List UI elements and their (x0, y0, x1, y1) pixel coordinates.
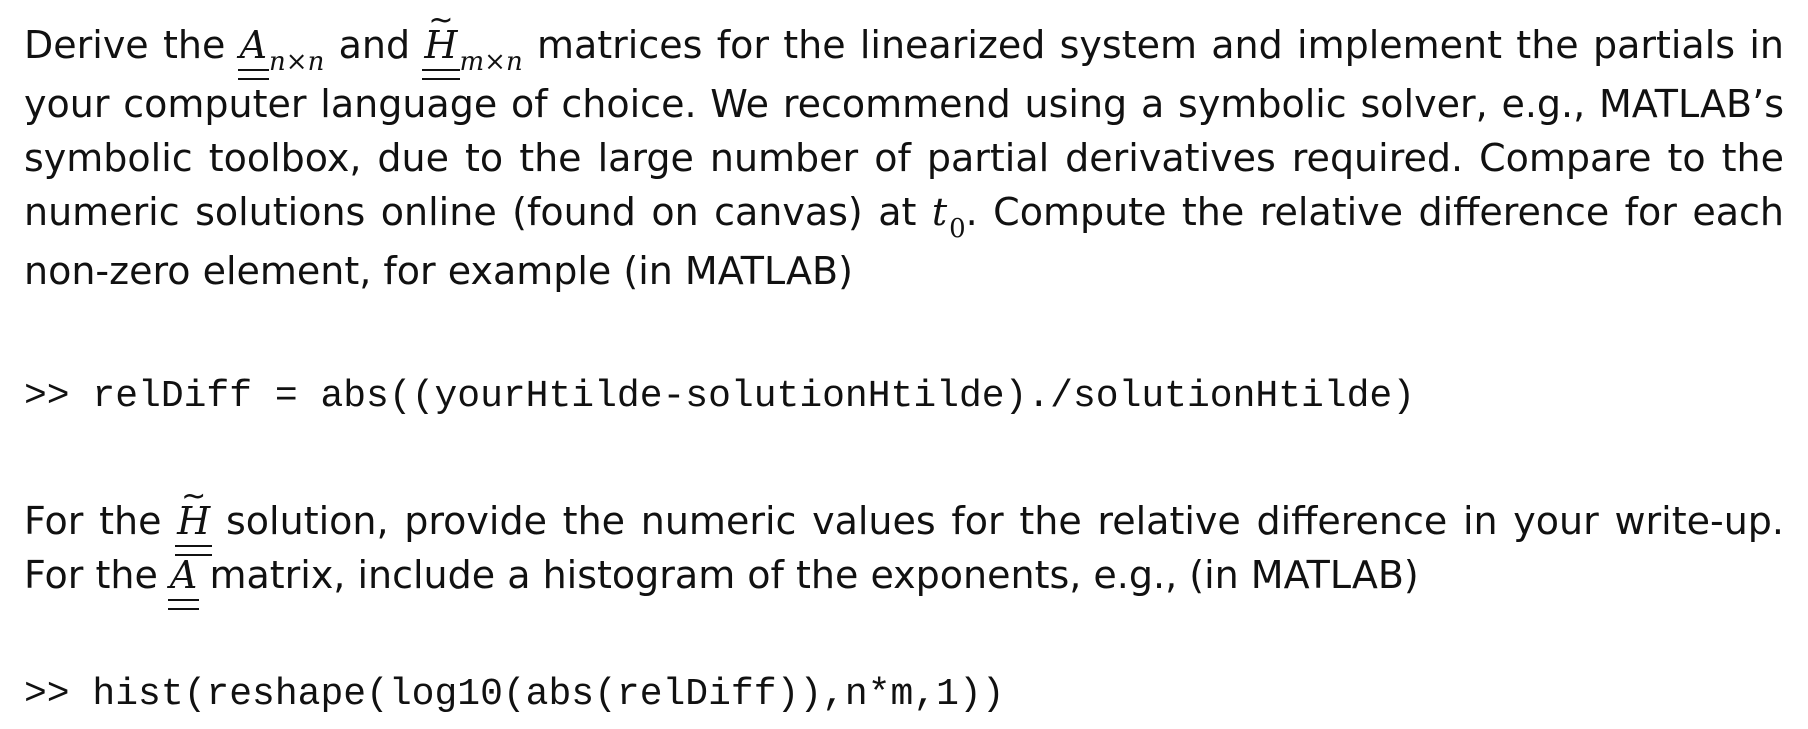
matrix-H-tilde-symbol: ~ H (175, 479, 213, 556)
paragraph-text: Derive the (24, 23, 240, 67)
matrix-H-subscript: m×n (459, 47, 523, 77)
time-t0-symbol: t (931, 190, 948, 234)
double-underline (237, 69, 270, 80)
paragraph-provide-values: For the ~ H solution, provide the numeric… (24, 479, 1784, 610)
math-symbol: A (169, 553, 198, 597)
math-symbol: H (177, 499, 211, 543)
matrix-H-tilde-symbol: ~ H (422, 3, 460, 80)
math-symbol: H (424, 23, 458, 67)
paragraph-text: and (324, 23, 425, 67)
matrix-A-symbol: A (167, 548, 200, 610)
document-page: Derive the An×n and ~ Hm×n matrices for t… (24, 3, 1784, 722)
code-histogram: >> hist(reshape(log10(abs(relDiff)),n*m,… (24, 673, 1005, 716)
code-rel-diff: >> relDiff = abs((yourHtilde-solutionHti… (24, 375, 1416, 418)
matrix-A-subscript: n×n (269, 47, 325, 77)
paragraph-derive-matrices: Derive the An×n and ~ Hm×n matrices for t… (24, 3, 1784, 298)
time-t0-subscript: 0 (949, 214, 966, 244)
paragraph-text: matrix, include a histogram of the expon… (197, 553, 1419, 597)
double-underline (422, 69, 460, 80)
math-symbol: A (239, 23, 268, 67)
matrix-A-symbol: A (237, 18, 270, 80)
double-underline (167, 599, 200, 610)
paragraph-text: For the (24, 499, 178, 543)
